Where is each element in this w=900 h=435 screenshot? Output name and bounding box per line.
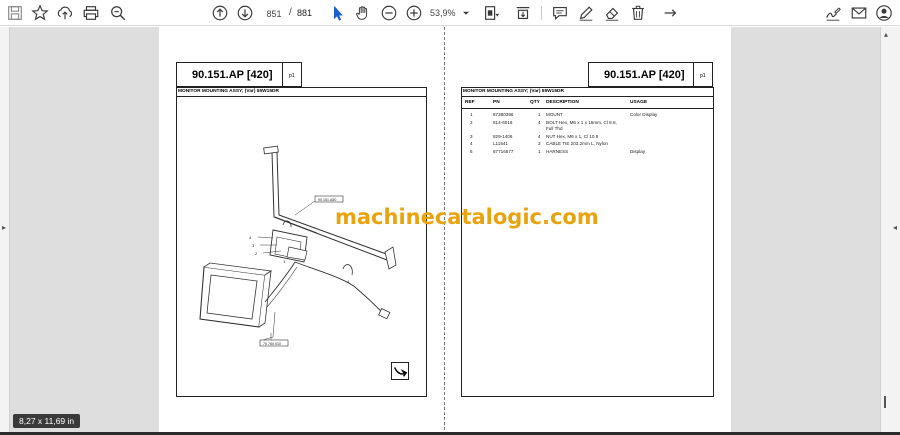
column-header-ref: REF — [465, 100, 475, 105]
plus-icon[interactable] — [404, 3, 424, 23]
table-cell-description: BOLT Hex, M6 x 1 x 16mm, Cl 8.8, — [546, 120, 617, 125]
chevron-left-icon[interactable]: ◂ — [893, 223, 897, 232]
scroll-mode-icon[interactable] — [513, 3, 533, 23]
table-cell-ref: 1 — [470, 112, 473, 117]
hand-icon[interactable] — [353, 3, 373, 23]
account-icon[interactable] — [874, 3, 894, 23]
table-cell-qty: 4 — [538, 134, 541, 139]
arrow-up-icon[interactable] — [210, 3, 230, 23]
scroll-up-icon[interactable]: ▴ — [884, 30, 888, 39]
eraser-icon[interactable] — [602, 3, 622, 23]
table-cell-description: CABLE TIE 203.2mm L, Nylon — [546, 141, 608, 146]
callout-bottom-label: 70.760.010 — [263, 342, 281, 346]
toolbar: 851 / 881 53,9% — [0, 0, 900, 26]
table-cell-ref: 5 — [470, 149, 473, 154]
svg-text:3: 3 — [252, 243, 255, 248]
right-frame-title: MONITOR MOUNTING ASSY; (Var) 55W15DR — [463, 89, 564, 94]
page-separator: / — [289, 7, 292, 18]
star-icon[interactable] — [30, 3, 50, 23]
total-pages: 881 — [297, 8, 313, 18]
table-cell-description: NUT Hex, M6 x 1, Cl 10.9 — [546, 134, 599, 139]
svg-text:4: 4 — [249, 235, 252, 240]
table-cell-description: HARNESS — [546, 149, 569, 154]
upload-icon[interactable] — [55, 3, 75, 23]
save-icon[interactable] — [5, 3, 25, 23]
right-sheet-label: p1 — [700, 73, 706, 79]
left-section-code: 90.151.AP [420] — [192, 69, 273, 81]
table-cell-usage: Color Display — [630, 112, 658, 117]
table-cell-description-cont: Full Thd — [546, 126, 563, 131]
table-cell-qty: 3 — [538, 141, 541, 146]
page-size-badge: 8,27 x 11,69 in — [13, 414, 81, 428]
minus-icon[interactable] — [379, 3, 399, 23]
exploded-parts-drawing: 90.151.A50 70.760.010 4 3 2 1 4 — [199, 145, 397, 347]
page-number-input[interactable]: 851 — [261, 5, 287, 21]
left-code-box: 90.151.AP [420] — [176, 62, 283, 87]
sign-icon[interactable] — [823, 3, 843, 23]
trash-icon[interactable] — [628, 3, 648, 23]
page-spread-divider — [444, 27, 445, 435]
table-cell-pn: 87716577 — [493, 149, 514, 154]
watermark-text: machinecatalogic.com — [335, 205, 599, 229]
left-sheet-label: p1 — [289, 73, 295, 79]
left-panel-toggle[interactable]: ▸ — [0, 27, 10, 435]
column-header-pn: PN — [493, 100, 500, 105]
fit-page-icon[interactable] — [481, 3, 501, 23]
left-sheet-box: p1 — [282, 62, 302, 87]
chevron-right-icon[interactable]: ▸ — [2, 223, 6, 232]
table-cell-pn: 87380396 — [493, 112, 514, 117]
table-cell-ref: 2 — [470, 120, 473, 125]
table-cell-pn: 814-6016 — [493, 120, 513, 125]
table-cell-qty: 4 — [538, 120, 541, 125]
right-sheet-box: p1 — [693, 62, 713, 87]
table-cell-qty: 1 — [538, 149, 541, 154]
right-panel-toggle[interactable]: ◂ ▴ — [880, 27, 900, 435]
print-icon[interactable] — [81, 3, 101, 23]
cursor-icon[interactable] — [328, 3, 348, 23]
right-code-box: 90.151.AP [420] — [588, 62, 694, 87]
callout-top-label: 90.151.A50 — [318, 198, 336, 202]
table-cell-qty: 1 — [538, 112, 541, 117]
table-cell-ref: 3 — [470, 134, 473, 139]
table-cell-usage: Display — [630, 149, 646, 154]
comment-icon[interactable] — [550, 3, 570, 23]
zoom-icon[interactable] — [108, 3, 128, 23]
attach-icon[interactable] — [660, 3, 680, 23]
toolbar-divider — [541, 6, 542, 20]
svg-text:2: 2 — [255, 251, 258, 256]
column-header-description: DESCRIPTION — [546, 100, 579, 105]
chevron-down-icon[interactable] — [460, 3, 472, 23]
table-cell-ref: 4 — [470, 141, 473, 146]
table-cell-pn: L11541 — [493, 141, 508, 146]
arrow-down-icon[interactable] — [235, 3, 255, 23]
mail-icon[interactable] — [849, 3, 869, 23]
next-page-arrow-icon — [391, 362, 409, 380]
pen-icon[interactable] — [576, 3, 596, 23]
right-section-code: 90.151.AP [420] — [604, 69, 685, 81]
left-frame-title: MONITOR MOUNTING ASSY; (Var) 55W15DR — [178, 89, 279, 94]
table-header-rule — [461, 108, 714, 109]
right-title-rule — [461, 96, 714, 97]
column-header-usage: USAGE — [630, 100, 648, 105]
table-cell-description: MOUNT — [546, 112, 563, 117]
table-cell-pn: 829-1406 — [493, 134, 513, 139]
vertical-scrollbar-thumb[interactable] — [884, 396, 886, 408]
column-header-qty: QTY — [530, 100, 540, 105]
svg-text:1: 1 — [283, 259, 286, 264]
